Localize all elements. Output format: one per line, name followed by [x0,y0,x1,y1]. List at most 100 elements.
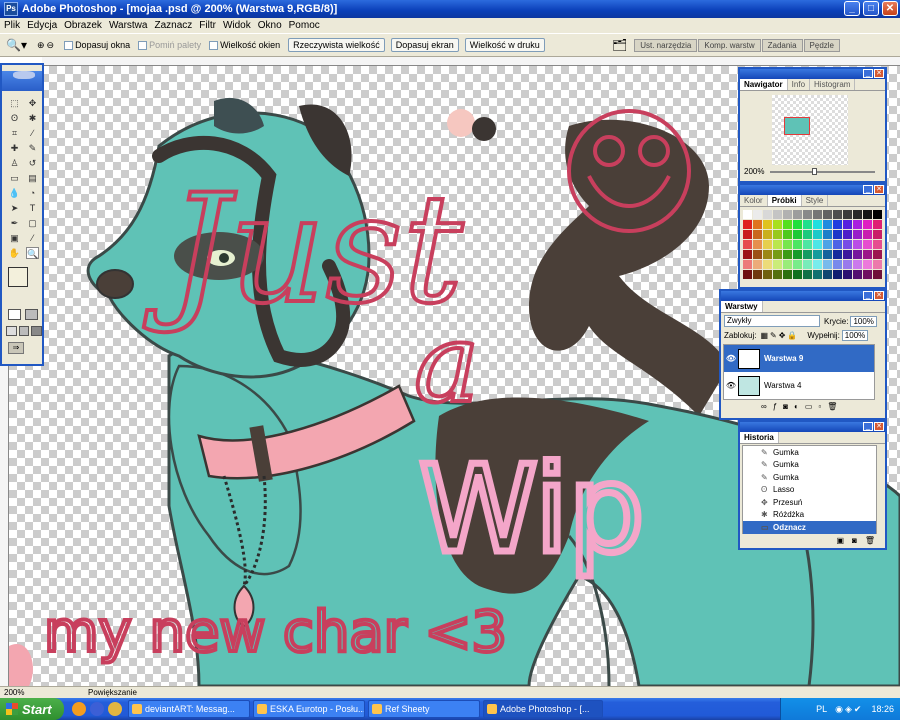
history-item[interactable]: ✎ Gumka [743,459,876,472]
screen-mode-standard-icon[interactable] [6,326,17,336]
color-swatch[interactable] [773,240,782,249]
navigator-zoom-slider[interactable] [770,167,875,175]
color-swatch[interactable] [783,210,792,219]
color-swatch[interactable] [773,230,782,239]
delete-state-icon[interactable]: 🗑 [865,536,875,545]
print-size-button[interactable]: Wielkość w druku [464,38,545,52]
color-swatch[interactable] [853,260,862,269]
color-swatch[interactable] [763,270,772,279]
color-swatch[interactable] [863,250,872,259]
zoom-out-icon[interactable]: ⊖ [47,40,55,51]
layer-row[interactable]: 👁 Warstwa 4 [724,372,874,399]
crop-tool-icon[interactable]: ⌗ [8,127,21,139]
menu-edycja[interactable]: Edycja [27,20,57,31]
lock-icons[interactable]: ▦✎✥🔒 [760,331,799,340]
color-swatch[interactable] [843,260,852,269]
tab-color[interactable]: Kolor [740,195,768,206]
history-close-button[interactable]: ✕ [874,422,884,431]
lasso-tool-icon[interactable]: ʘ [8,112,21,124]
color-swatch[interactable] [873,210,882,219]
color-swatch[interactable] [763,250,772,259]
color-swatch[interactable] [863,210,872,219]
color-swatch[interactable] [753,220,762,229]
shape-tool-icon[interactable]: ▢ [26,217,39,229]
layers-titlebar[interactable]: _ ✕ [721,291,885,301]
task-eska[interactable]: ESKA Eurotop - Posłu... [253,700,365,718]
opacity-input[interactable]: 100% [850,315,877,327]
task-photoshop[interactable]: Adobe Photoshop - [... [483,700,603,718]
color-swatch[interactable] [763,260,772,269]
swatches-minimize-button[interactable]: _ [863,185,873,194]
eraser-tool-icon[interactable]: ▭ [8,172,21,184]
color-swatch[interactable] [783,270,792,279]
color-swatch[interactable] [833,240,842,249]
navigator-close-button[interactable]: ✕ [874,69,884,78]
language-indicator[interactable]: PL [816,704,827,714]
color-swatch[interactable] [783,230,792,239]
layer-style-icon[interactable]: ƒ [773,402,777,411]
menu-warstwa[interactable]: Warstwa [109,20,148,31]
swatch-grid[interactable] [740,207,885,282]
magic-wand-tool-icon[interactable]: ✱ [26,112,39,124]
color-swatch[interactable] [803,230,812,239]
color-swatch[interactable] [853,230,862,239]
new-layer-icon[interactable]: ▫ [818,402,821,411]
color-swatch[interactable] [783,240,792,249]
history-item[interactable]: ʘ Lasso [743,484,876,497]
color-swatch[interactable] [803,210,812,219]
hand-tool-icon[interactable]: ✋ [8,247,21,259]
task-deviantart[interactable]: deviantART: Messag... [128,700,250,718]
zoom-tool-box-icon[interactable]: 🔍 [26,247,39,259]
color-swatch[interactable] [783,260,792,269]
navigator-thumbnail[interactable] [772,95,848,165]
tab-swatches[interactable]: Próbki [767,195,802,206]
color-swatch[interactable] [763,210,772,219]
tray-icons[interactable]: ◉◈✔ [835,704,863,715]
layer-mask-icon[interactable]: ◙ [783,402,788,411]
move-tool-icon[interactable]: ✥ [26,97,39,109]
well-tab-layer-comps[interactable]: Komp. warstw [698,38,761,52]
color-swatch[interactable] [773,210,782,219]
color-swatch[interactable] [843,210,852,219]
history-item[interactable]: ✎ Gumka [743,446,876,459]
folder-quicklaunch-icon[interactable] [108,702,122,716]
color-swatch[interactable] [753,210,762,219]
history-minimize-button[interactable]: _ [863,422,873,431]
color-swatch[interactable] [813,230,822,239]
color-swatch[interactable] [773,220,782,229]
color-swatch[interactable] [823,260,832,269]
color-swatch[interactable] [853,270,862,279]
color-swatch[interactable] [783,220,792,229]
navigator-titlebar[interactable]: _ ✕ [740,69,885,79]
color-swatch[interactable] [753,270,762,279]
color-swatch[interactable] [793,210,802,219]
color-swatch[interactable] [813,240,822,249]
ie-quicklaunch-icon[interactable] [90,702,104,716]
color-swatch[interactable] [833,220,842,229]
color-swatch[interactable] [863,260,872,269]
blend-mode-select[interactable]: Zwykły [724,315,820,327]
zoom-tool-icon[interactable]: 🔍▾ [6,38,27,52]
dopasuj-okna-checkbox[interactable] [64,40,74,50]
minimize-button[interactable]: _ [844,1,860,16]
color-swatch[interactable] [773,260,782,269]
tab-navigator[interactable]: Nawigator [740,79,788,90]
color-swatch[interactable] [773,270,782,279]
standard-mode-icon[interactable] [8,309,21,320]
color-swatch[interactable] [783,250,792,259]
layer-row-selected[interactable]: 👁 Warstwa 9 [724,345,874,372]
color-swatch[interactable] [853,240,862,249]
color-swatch[interactable] [873,240,882,249]
layers-minimize-button[interactable]: _ [863,291,873,300]
well-tab-tool-presets[interactable]: Ust. narzędzia [634,38,698,52]
color-swatch[interactable] [763,220,772,229]
tab-styles[interactable]: Style [802,195,829,206]
color-swatch[interactable] [853,220,862,229]
marquee-tool-icon[interactable]: ⬚ [8,97,21,109]
menu-okno[interactable]: Okno [258,20,282,31]
task-ref-sheety[interactable]: Ref Sheety [368,700,480,718]
slice-tool-icon[interactable]: ∕ [26,127,39,139]
layer-visibility-eye-icon[interactable]: 👁 [724,354,738,363]
path-select-tool-icon[interactable]: ➤ [8,202,21,214]
start-button[interactable]: Start [0,698,64,720]
